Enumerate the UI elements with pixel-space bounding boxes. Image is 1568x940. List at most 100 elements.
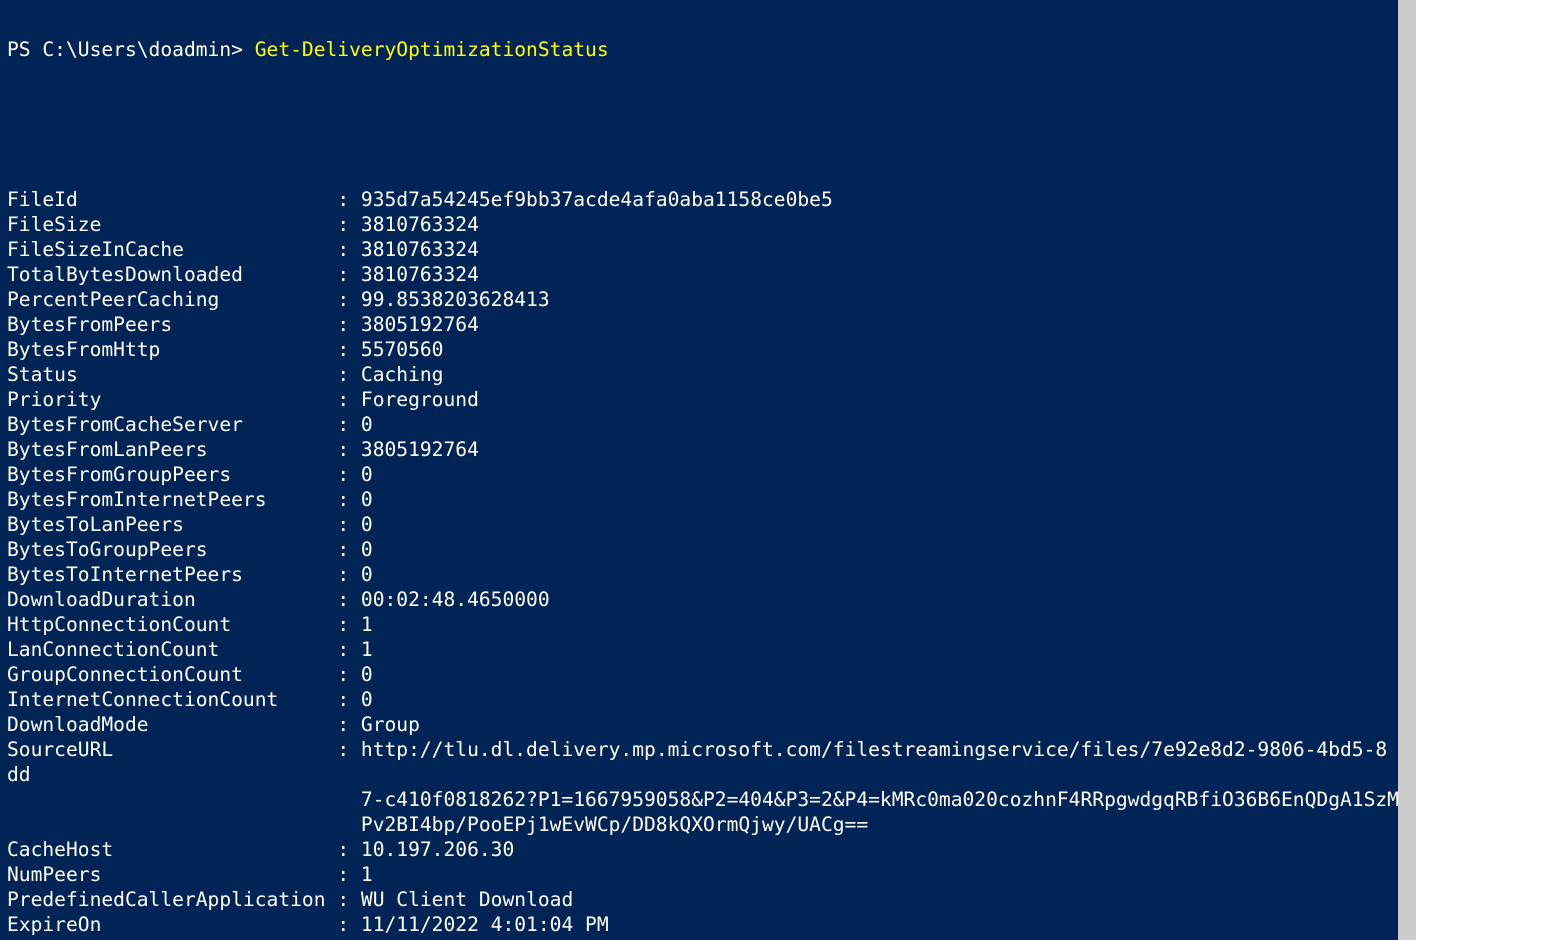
field-key: BytesToInternetPeers xyxy=(7,563,337,586)
prompt-path: C:\Users\doadmin xyxy=(42,38,231,61)
field-value: 11/11/2022 4:01:04 PM xyxy=(361,913,609,936)
field-separator: : xyxy=(337,413,361,436)
field-value: Group xyxy=(361,713,420,736)
field-key: BytesFromLanPeers xyxy=(7,438,337,461)
field-key: SourceURL xyxy=(7,738,337,761)
output-row: BytesFromLanPeers : 3805192764 xyxy=(7,437,1398,462)
field-key: BytesFromGroupPeers xyxy=(7,463,337,486)
output-row: GroupConnectionCount : 0 xyxy=(7,662,1398,687)
field-key: HttpConnectionCount xyxy=(7,613,337,636)
field-separator: : xyxy=(337,538,361,561)
output-row: Priority : Foreground xyxy=(7,387,1398,412)
output-row: PercentPeerCaching : 99.8538203628413 xyxy=(7,287,1398,312)
field-key: BytesToGroupPeers xyxy=(7,538,337,561)
scrollbar-thumb[interactable] xyxy=(1398,0,1416,940)
field-key: Status xyxy=(7,363,337,386)
output-row: SourceURL : http://tlu.dl.delivery.mp.mi… xyxy=(7,737,1398,787)
field-key: NumPeers xyxy=(7,863,337,886)
field-separator: : xyxy=(337,338,361,361)
field-key: LanConnectionCount xyxy=(7,638,337,661)
field-value: 3805192764 xyxy=(361,313,479,336)
field-separator: : xyxy=(337,188,361,211)
blank-line xyxy=(7,87,1398,112)
field-separator: : xyxy=(337,388,361,411)
field-value: 3810763324 xyxy=(361,213,479,236)
field-separator: : xyxy=(337,713,361,736)
field-key: PredefinedCallerApplication xyxy=(7,888,337,911)
field-key: PercentPeerCaching xyxy=(7,288,337,311)
output-row: InternetConnectionCount : 0 xyxy=(7,687,1398,712)
field-value: 1 xyxy=(361,863,373,886)
field-key: FileId xyxy=(7,188,337,211)
output-row: BytesFromGroupPeers : 0 xyxy=(7,462,1398,487)
field-key: CacheHost xyxy=(7,838,337,861)
field-separator: : xyxy=(337,888,361,911)
output-row: PredefinedCallerApplication : WU Client … xyxy=(7,887,1398,912)
field-key: FileSizeInCache xyxy=(7,238,337,261)
output-fields: FileId : 935d7a54245ef9bb37acde4afa0aba1… xyxy=(7,187,1398,940)
field-key: FileSize xyxy=(7,213,337,236)
field-value: 935d7a54245ef9bb37acde4afa0aba1158ce0be5 xyxy=(361,188,833,211)
page-margin xyxy=(1416,0,1568,940)
field-value: 0 xyxy=(361,513,373,536)
field-value: 0 xyxy=(361,413,373,436)
output-row: FileSize : 3810763324 xyxy=(7,212,1398,237)
powershell-terminal[interactable]: PS C:\Users\doadmin> Get-DeliveryOptimiz… xyxy=(0,0,1398,940)
field-separator: : xyxy=(337,313,361,336)
output-row: FileSizeInCache : 3810763324 xyxy=(7,237,1398,262)
field-value: 3810763324 xyxy=(361,263,479,286)
field-value: 0 xyxy=(361,538,373,561)
field-separator: : xyxy=(337,463,361,486)
field-separator: : xyxy=(337,363,361,386)
field-separator: : xyxy=(337,488,361,511)
field-key: BytesFromCacheServer xyxy=(7,413,337,436)
output-row: Status : Caching xyxy=(7,362,1398,387)
field-value: Caching xyxy=(361,363,444,386)
field-separator: : xyxy=(337,688,361,711)
field-key: DownloadDuration xyxy=(7,588,337,611)
field-separator: : xyxy=(337,738,361,761)
output-row: DownloadDuration : 00:02:48.4650000 xyxy=(7,587,1398,612)
field-separator: : xyxy=(337,288,361,311)
output-row: BytesToGroupPeers : 0 xyxy=(7,537,1398,562)
field-value: 3810763324 xyxy=(361,238,479,261)
field-value: 00:02:48.4650000 xyxy=(361,588,550,611)
output-row: FileId : 935d7a54245ef9bb37acde4afa0aba1… xyxy=(7,187,1398,212)
output-row: BytesFromInternetPeers : 0 xyxy=(7,487,1398,512)
field-separator: : xyxy=(337,563,361,586)
prompt-ps: PS xyxy=(7,38,42,61)
field-key: BytesFromHttp xyxy=(7,338,337,361)
field-key: DownloadMode xyxy=(7,713,337,736)
field-separator: : xyxy=(337,238,361,261)
field-separator: : xyxy=(337,663,361,686)
field-separator: : xyxy=(337,438,361,461)
command-text: Get-DeliveryOptimizationStatus xyxy=(255,38,609,61)
field-key: Priority xyxy=(7,388,337,411)
field-key: BytesFromInternetPeers xyxy=(7,488,337,511)
output-row: DownloadMode : Group xyxy=(7,712,1398,737)
field-value: 1 xyxy=(361,613,373,636)
field-value: 5570560 xyxy=(361,338,444,361)
field-key: TotalBytesDownloaded xyxy=(7,263,337,286)
field-separator: : xyxy=(337,913,361,936)
output-row: BytesFromPeers : 3805192764 xyxy=(7,312,1398,337)
blank-line xyxy=(7,137,1398,162)
prompt-line: PS C:\Users\doadmin> Get-DeliveryOptimiz… xyxy=(7,37,1398,62)
output-row: BytesFromHttp : 5570560 xyxy=(7,337,1398,362)
field-key: GroupConnectionCount xyxy=(7,663,337,686)
output-row: TotalBytesDownloaded : 3810763324 xyxy=(7,262,1398,287)
field-value: 10.197.206.30 xyxy=(361,838,514,861)
field-key: BytesFromPeers xyxy=(7,313,337,336)
field-separator: : xyxy=(337,613,361,636)
field-key: ExpireOn xyxy=(7,913,337,936)
field-separator: : xyxy=(337,838,361,861)
field-separator: : xyxy=(337,588,361,611)
output-row: BytesToInternetPeers : 0 xyxy=(7,562,1398,587)
field-value: 0 xyxy=(361,488,373,511)
field-separator: : xyxy=(337,263,361,286)
field-value-continuation: 7-c410f0818262?P1=1667959058&P2=404&P3=2… xyxy=(7,787,1398,812)
field-separator: : xyxy=(337,513,361,536)
output-row: NumPeers : 1 xyxy=(7,862,1398,887)
field-value: 0 xyxy=(361,563,373,586)
field-value: 1 xyxy=(361,638,373,661)
